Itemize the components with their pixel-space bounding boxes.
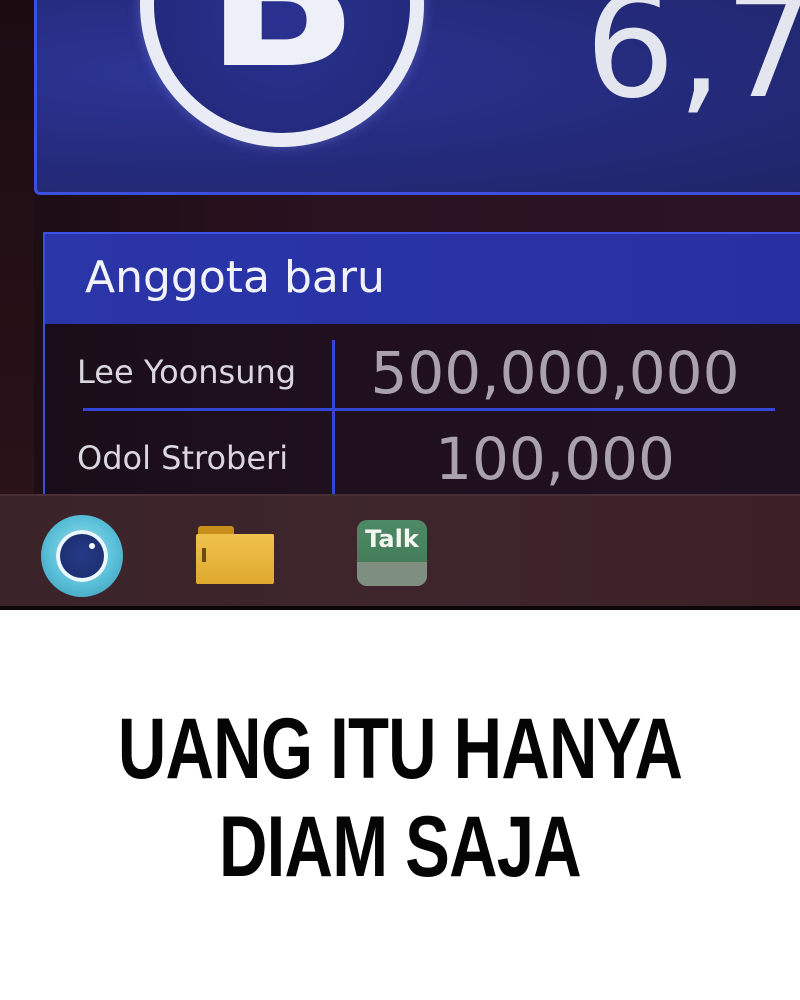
assistant-icon[interactable] [41,515,123,597]
talk-icon-base [357,562,427,586]
caption-line-1: UANG ITU HANYA [117,701,683,797]
screen-bottom-edge [0,606,800,610]
folder-icon-body [196,534,274,584]
bank-logo-letter: B [154,0,410,117]
balance-panel: B 6,7 [34,0,800,195]
column-divider [332,340,335,510]
row-divider [83,408,775,411]
member-amount: 100,000 [435,425,675,493]
folder-icon-clip [202,548,206,562]
assistant-icon-inner [56,530,108,582]
new-members-header: Anggota baru [45,232,800,324]
member-row[interactable]: Lee Yoonsung 500,000,000 [45,332,785,414]
member-name: Lee Yoonsung [77,353,297,391]
taskbar: Talk [0,494,800,606]
screen: B 6,7 Anggota baru Lee Yoonsung 500,000,… [0,0,800,610]
new-members-panel: Anggota baru Lee Yoonsung 500,000,000 Od… [43,232,800,510]
member-row[interactable]: Odol Stroberi 100,000 [45,418,785,500]
folder-icon[interactable] [196,526,274,586]
caption-line-2: DIAM SAJA [219,799,582,895]
balance-amount: 6,7 [585,0,800,130]
new-members-title: Anggota baru [85,252,385,303]
caption: UANG ITU HANYA DIAM SAJA [0,700,800,896]
talk-icon[interactable]: Talk [357,520,427,586]
bank-logo: B [140,0,424,147]
assistant-icon-dot [89,543,95,549]
member-amount: 500,000,000 [370,339,740,407]
left-bezel [0,0,34,495]
talk-icon-label: Talk [365,525,419,553]
member-name: Odol Stroberi [77,439,289,477]
